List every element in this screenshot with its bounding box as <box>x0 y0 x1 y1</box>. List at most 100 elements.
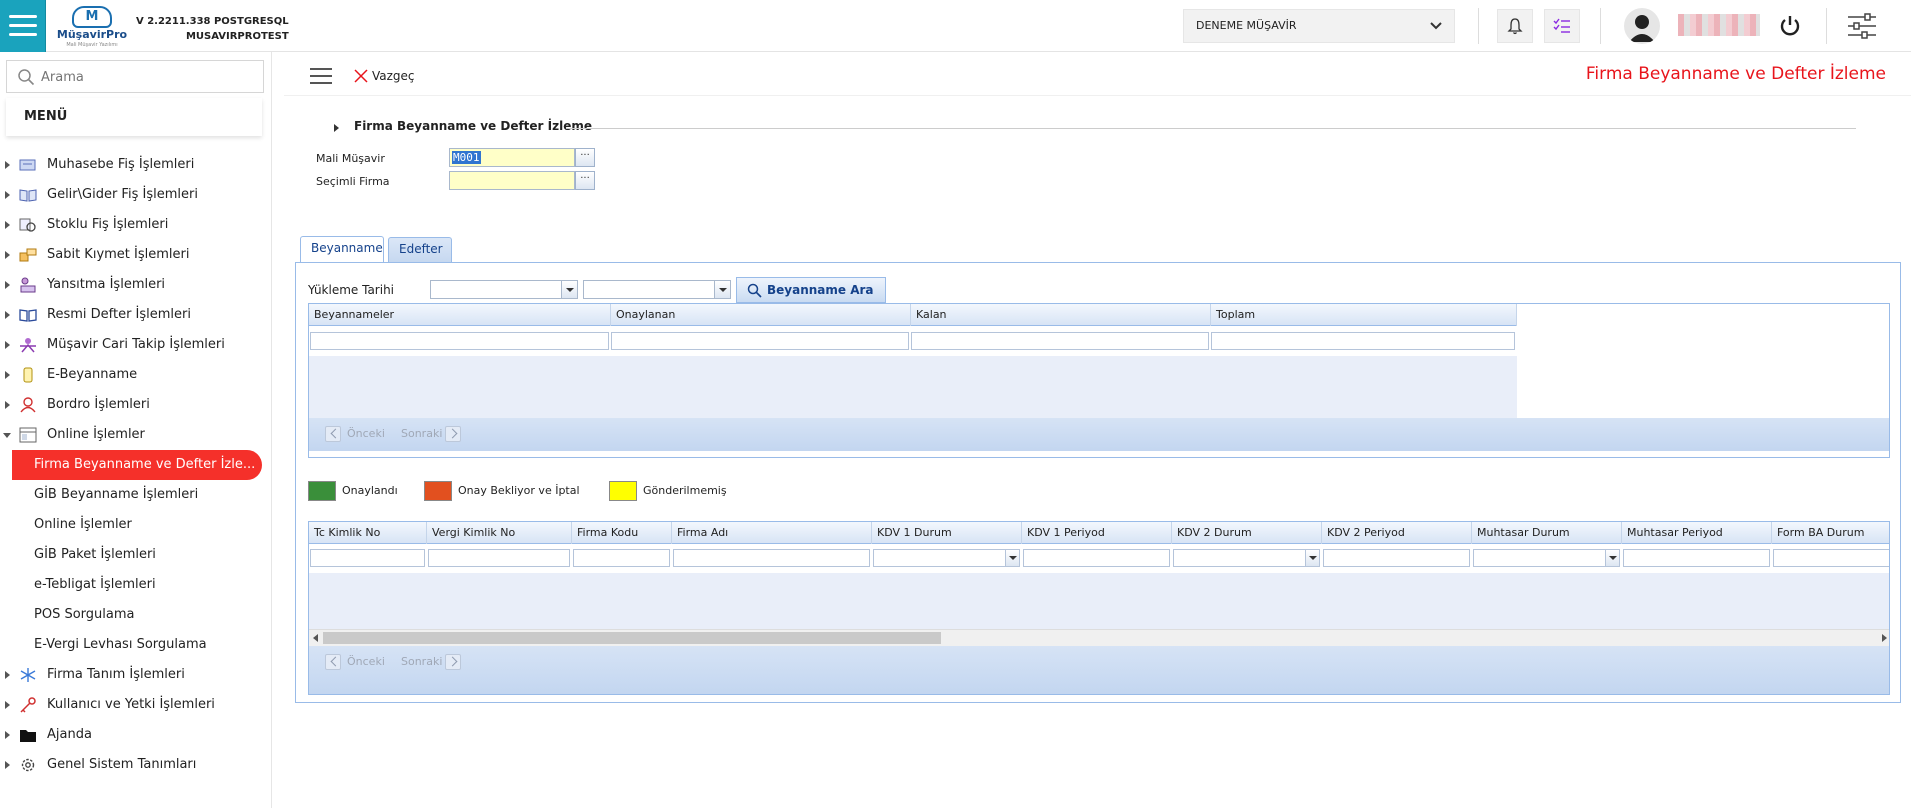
column-header[interactable]: Toplam <box>1211 304 1517 326</box>
filter-muhtasar-durum[interactable] <box>1473 549 1620 567</box>
notifications-button[interactable] <box>1497 9 1533 43</box>
date-dropdown-icon[interactable] <box>561 281 577 298</box>
column-header[interactable]: Onaylanan <box>611 304 911 326</box>
main-menu-toggle[interactable] <box>0 0 46 52</box>
beyanname-ara-button[interactable]: Beyanname Ara <box>736 277 886 303</box>
column-header[interactable]: Vergi Kimlik No <box>427 522 572 544</box>
logo-tagline: Mali Müşavir Yazılımı <box>66 42 118 48</box>
column-header[interactable]: KDV 2 Durum <box>1172 522 1322 544</box>
filter-form-ba-durum[interactable] <box>1773 549 1889 567</box>
sidebar-subitem-gib-paket[interactable]: GİB Paket İşlemleri <box>0 540 272 570</box>
filter-muhtasar-periyod[interactable] <box>1623 549 1770 567</box>
expand-arrow-icon <box>5 761 10 769</box>
filter-firma-adi[interactable] <box>673 549 870 567</box>
sidebar-item-musavir-cari[interactable]: Müşavir Cari Takip İşlemleri <box>0 330 272 360</box>
prev-page-icon[interactable] <box>325 426 341 442</box>
sidebar-item-online[interactable]: Online İşlemler <box>0 420 272 450</box>
column-header[interactable]: Muhtasar Periyod <box>1622 522 1772 544</box>
filter-kdv2-durum[interactable] <box>1173 549 1320 567</box>
next-page-icon[interactable] <box>445 654 461 670</box>
fieldset-collapse-icon[interactable] <box>334 124 339 132</box>
power-icon[interactable] <box>1778 14 1802 38</box>
cancel-button[interactable]: Vazgeç <box>354 66 415 86</box>
expand-arrow-icon <box>5 311 10 319</box>
sidebar-search[interactable] <box>6 60 264 93</box>
horizontal-scrollbar[interactable] <box>309 629 1889 646</box>
sidebar-item-resmi-defter[interactable]: Resmi Defter İşlemleri <box>0 300 272 330</box>
detail-grid-header: Tc Kimlik No Vergi Kimlik No Firma Kodu … <box>309 522 1889 544</box>
filter-beyannameler[interactable] <box>310 332 609 350</box>
filter-vergi-kimlik[interactable] <box>428 549 570 567</box>
column-header[interactable]: KDV 2 Periyod <box>1322 522 1472 544</box>
prev-page-label[interactable]: Önceki <box>347 655 385 668</box>
sidebar-subitem-e-tebligat[interactable]: e-Tebligat İşlemleri <box>0 570 272 600</box>
tasks-button[interactable] <box>1544 9 1580 43</box>
sidebar-item-yansitma[interactable]: Yansıtma İşlemleri <box>0 270 272 300</box>
sidebar-item-muhasebe[interactable]: Muhasebe Fiş İşlemleri <box>0 150 272 180</box>
next-page-icon[interactable] <box>445 426 461 442</box>
sidebar-subitem-label: Online İşlemler <box>34 517 132 532</box>
filter-onaylanan[interactable] <box>611 332 909 350</box>
start-date-input[interactable] <box>430 280 578 299</box>
company-select-value: DENEME MÜŞAVİR <box>1196 19 1297 32</box>
column-header[interactable]: Firma Adı <box>672 522 872 544</box>
filter-kdv1-periyod[interactable] <box>1023 549 1170 567</box>
page-menu-icon[interactable] <box>310 68 332 86</box>
sidebar-subitem-online-islemler[interactable]: Online İşlemler <box>0 510 272 540</box>
column-header[interactable]: KDV 1 Durum <box>872 522 1022 544</box>
dropdown-icon[interactable] <box>1005 550 1019 566</box>
sidebar-subitem-pos-sorgulama[interactable]: POS Sorgulama <box>0 600 272 630</box>
secimli-firma-input[interactable] <box>449 171 575 190</box>
prev-page-label[interactable]: Önceki <box>347 427 385 440</box>
phone-icon <box>23 367 33 383</box>
mali-musavir-input[interactable]: M001 <box>449 148 575 167</box>
sidebar-item-label: Ajanda <box>47 727 92 742</box>
company-select[interactable]: DENEME MÜŞAVİR <box>1183 9 1455 43</box>
sliders-icon[interactable] <box>1847 12 1877 40</box>
sidebar-item-gelir-gider[interactable]: Gelir\Gider Fiş İşlemleri <box>0 180 272 210</box>
date-dropdown-icon[interactable] <box>714 281 730 298</box>
prev-page-icon[interactable] <box>325 654 341 670</box>
column-header[interactable]: Form BA Durum <box>1772 522 1889 544</box>
sidebar-subitem-gib-beyanname[interactable]: GİB Beyanname İşlemleri <box>0 480 272 510</box>
scroll-right-icon[interactable] <box>1882 634 1887 642</box>
next-page-label[interactable]: Sonraki <box>401 427 442 440</box>
dropdown-icon[interactable] <box>1305 550 1319 566</box>
separator <box>1600 8 1601 44</box>
tab-beyanname[interactable]: Beyanname <box>300 236 384 262</box>
filter-kalan[interactable] <box>911 332 1209 350</box>
end-date-input[interactable] <box>583 280 731 299</box>
mali-musavir-lookup-button[interactable]: ··· <box>575 148 595 167</box>
column-header[interactable]: Beyannameler <box>309 304 611 326</box>
filter-kdv1-durum[interactable] <box>873 549 1020 567</box>
sidebar-item-ajanda[interactable]: Ajanda <box>0 720 272 750</box>
column-header[interactable]: Firma Kodu <box>572 522 672 544</box>
sidebar-item-sabit-kiymet[interactable]: Sabit Kıymet İşlemleri <box>0 240 272 270</box>
sidebar-item-stoklu[interactable]: Stoklu Fiş İşlemleri <box>0 210 272 240</box>
column-header[interactable]: Tc Kimlik No <box>309 522 427 544</box>
dropdown-icon[interactable] <box>1605 550 1619 566</box>
filter-kdv2-periyod[interactable] <box>1323 549 1470 567</box>
sidebar-item-firma-tanim[interactable]: Firma Tanım İşlemleri <box>0 660 272 690</box>
filter-firma-kodu[interactable] <box>573 549 670 567</box>
sidebar-search-input[interactable] <box>41 67 251 87</box>
scroll-left-icon[interactable] <box>313 634 318 642</box>
column-header[interactable]: Kalan <box>911 304 1211 326</box>
sidebar-item-genel-sistem[interactable]: Genel Sistem Tanımları <box>0 750 272 780</box>
next-page-label[interactable]: Sonraki <box>401 655 442 668</box>
user-avatar[interactable] <box>1624 8 1660 44</box>
sidebar-subitem-firma-beyanname[interactable]: Firma Beyanname ve Defter İzle... <box>12 450 262 480</box>
column-header[interactable]: Muhtasar Durum <box>1472 522 1622 544</box>
tab-edefter[interactable]: Edefter <box>388 237 452 262</box>
sidebar-item-e-beyanname[interactable]: E-Beyanname <box>0 360 272 390</box>
sidebar-item-kullanici-yetki[interactable]: Kullanıcı ve Yetki İşlemleri <box>0 690 272 720</box>
sidebar-item-label: Gelir\Gider Fiş İşlemleri <box>47 187 198 202</box>
sidebar-item-bordro[interactable]: Bordro İşlemleri <box>0 390 272 420</box>
scrollbar-thumb[interactable] <box>323 632 941 644</box>
sidebar-subitem-e-vergi-levhasi[interactable]: E-Vergi Levhası Sorgulama <box>0 630 272 660</box>
filter-toplam[interactable] <box>1211 332 1515 350</box>
expand-arrow-icon <box>5 191 10 199</box>
secimli-firma-lookup-button[interactable]: ··· <box>575 171 595 190</box>
column-header[interactable]: KDV 1 Periyod <box>1022 522 1172 544</box>
filter-tc-kimlik[interactable] <box>310 549 425 567</box>
